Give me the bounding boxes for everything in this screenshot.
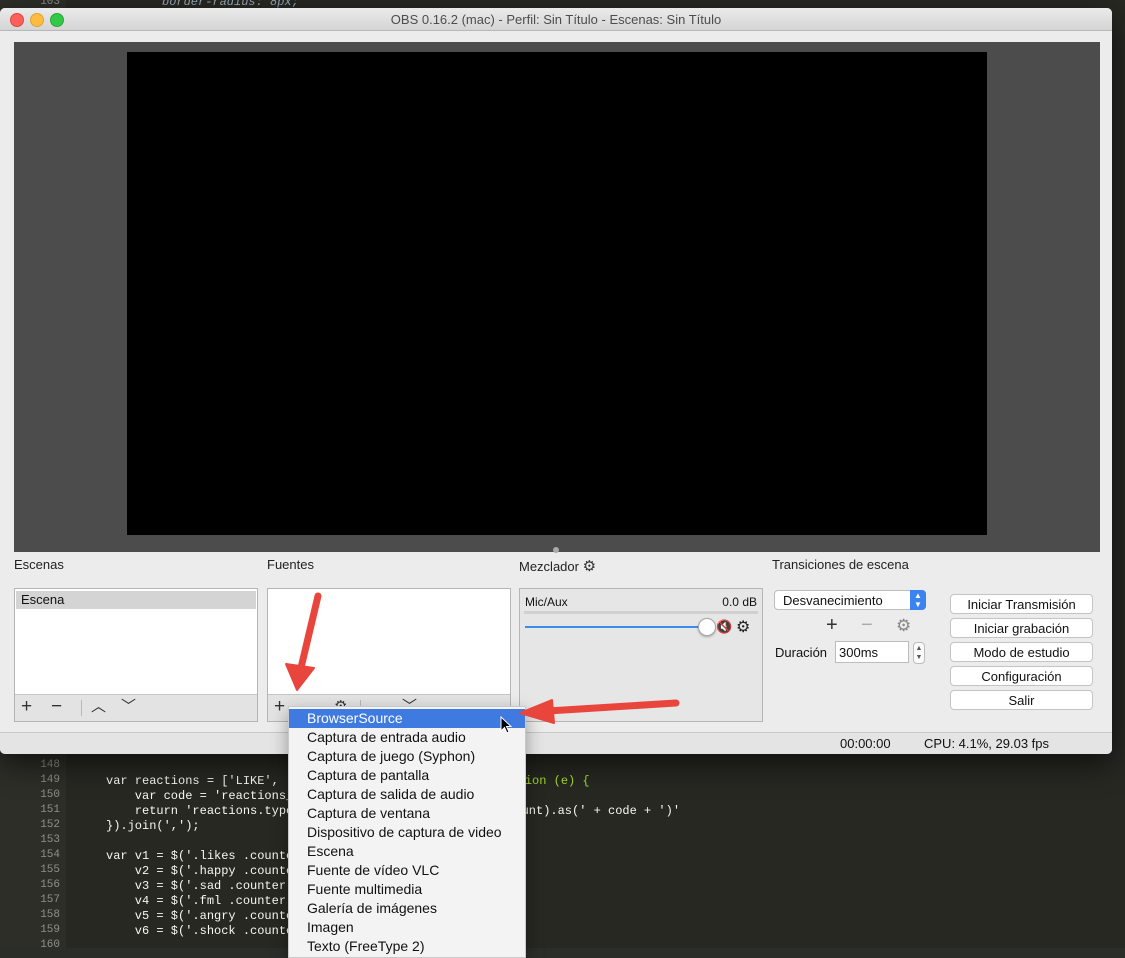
splitter-handle[interactable] (553, 547, 559, 553)
line-number: 103 (40, 0, 60, 8)
line-number: 151 (40, 804, 60, 816)
status-bar: 00:00:00 CPU: 4.1%, 29.03 fps (0, 732, 1112, 754)
duration-stepper[interactable]: ▲ ▼ (913, 642, 925, 664)
menu-item-media-source[interactable]: Fuente multimedia (289, 880, 525, 899)
move-scene-up-chevron-icon[interactable]: ︿ (91, 697, 106, 717)
mixer-channel-level: 0.0 dB (722, 595, 757, 609)
scenes-toolbar: + − ︿ ﹀ (15, 694, 257, 721)
line-number: 153 (40, 834, 60, 846)
code-line: return 'reactions.type (106, 804, 294, 818)
code-line: var reactions = ['LIKE', ' (106, 774, 294, 788)
transition-select-value: Desvanecimiento (783, 593, 883, 608)
menu-item-audio-input-capture[interactable]: Captura de entrada audio (289, 728, 525, 747)
line-number: 149 (40, 774, 60, 786)
title-bar: OBS 0.16.2 (mac) - Perfil: Sin Título - … (0, 8, 1112, 31)
add-source-plus-icon[interactable]: + (274, 697, 285, 717)
line-number: 155 (40, 864, 60, 876)
line-number: 150 (40, 789, 60, 801)
menu-item-vlc-video-source[interactable]: Fuente de vídeo VLC (289, 861, 525, 880)
duration-label: Duración (775, 645, 828, 660)
mixer-label-group: Mezclador ⚙ (519, 557, 596, 575)
volume-slider-track[interactable] (525, 626, 711, 628)
channel-settings-gear-icon[interactable]: ⚙ (736, 617, 750, 637)
mixer-panel: Mic/Aux 0.0 dB 🔇 ⚙ (519, 588, 763, 722)
scene-list-item[interactable]: Escena (16, 591, 256, 609)
sources-panel: + ⚙ ︿ ﹀ (267, 588, 511, 722)
sources-label: Fuentes (267, 557, 314, 572)
stream-time: 00:00:00 (840, 736, 891, 751)
scenes-panel: Escena + − ︿ ﹀ (14, 588, 258, 722)
speaker-mute-icon[interactable]: 🔇 (716, 619, 732, 635)
transitions-label: Transiciones de escena (772, 557, 909, 572)
add-source-menu: BrowserSource Captura de entrada audio C… (288, 706, 526, 958)
code-line: v2 = $('.happy .counte (106, 864, 294, 878)
start-streaming-button[interactable]: Iniciar Transmisión (950, 594, 1093, 614)
window-title: OBS 0.16.2 (mac) - Perfil: Sin Título - … (390, 12, 722, 27)
transition-settings-gear-icon[interactable]: ⚙ (896, 616, 911, 636)
mouse-pointer-icon (500, 716, 513, 734)
code-line: v4 = $('.fml .counter' (106, 894, 294, 908)
preview-canvas[interactable] (127, 52, 987, 535)
mixer-channel-name: Mic/Aux (525, 595, 568, 609)
scenes-label: Escenas (14, 557, 64, 572)
line-number: 159 (40, 924, 60, 936)
remove-transition-minus-icon[interactable]: − (861, 614, 873, 637)
remove-scene-minus-icon[interactable]: − (51, 697, 62, 717)
select-updown-arrows-icon: ▲ ▼ (910, 590, 926, 610)
menu-item-audio-output-capture[interactable]: Captura de salida de audio (289, 785, 525, 804)
menu-item-window-capture[interactable]: Captura de ventana (289, 804, 525, 823)
menu-item-game-capture-syphon[interactable]: Captura de juego (Syphon) (289, 747, 525, 766)
add-scene-plus-icon[interactable]: + (21, 697, 32, 717)
menu-item-image-slideshow[interactable]: Galería de imágenes (289, 899, 525, 918)
studio-mode-button[interactable]: Modo de estudio (950, 642, 1093, 662)
start-recording-button[interactable]: Iniciar grabación (950, 618, 1093, 638)
settings-button[interactable]: Configuración (950, 666, 1093, 686)
exit-button[interactable]: Salir (950, 690, 1093, 710)
line-number: 148 (40, 759, 60, 771)
line-number: 160 (40, 939, 60, 951)
menu-item-image[interactable]: Imagen (289, 918, 525, 937)
volume-slider-knob[interactable] (698, 618, 716, 636)
line-number: 158 (40, 909, 60, 921)
menu-item-display-capture[interactable]: Captura de pantalla (289, 766, 525, 785)
line-number: 154 (40, 849, 60, 861)
duration-input[interactable]: 300ms (835, 641, 909, 663)
mixer-settings-gear-icon[interactable]: ⚙ (583, 557, 596, 575)
mixer-label: Mezclador (519, 559, 579, 574)
code-line: v3 = $('.sad .counter' (106, 879, 294, 893)
line-number: 156 (40, 879, 60, 891)
cpu-fps-status: CPU: 4.1%, 29.03 fps (924, 736, 1050, 751)
preview-area (14, 42, 1100, 552)
line-number: 157 (40, 894, 60, 906)
code-line: }).join(','); (106, 819, 200, 833)
menu-item-video-capture-device[interactable]: Dispositivo de captura de video (289, 823, 525, 842)
code-line: v6 = $('.shock .counte (106, 924, 294, 938)
line-number: 152 (40, 819, 60, 831)
code-line: var v1 = $('.likes .counte (106, 849, 294, 863)
menu-item-browsersource[interactable]: BrowserSource (289, 709, 525, 728)
move-scene-down-chevron-icon[interactable]: ﹀ (121, 697, 136, 717)
menu-item-text-freetype2[interactable]: Texto (FreeType 2) (289, 937, 525, 956)
menu-item-scene[interactable]: Escena (289, 842, 525, 861)
code-line: v5 = $('.angry .counte (106, 909, 294, 923)
toolbar-divider (81, 700, 82, 716)
obs-window: OBS 0.16.2 (mac) - Perfil: Sin Título - … (0, 8, 1112, 754)
audio-level-meter (524, 611, 758, 614)
code-line-fragment: _count).as(' + code + ')' (500, 804, 681, 818)
add-transition-plus-icon[interactable]: + (826, 614, 838, 637)
transition-select[interactable]: Desvanecimiento ▲ ▼ (774, 590, 926, 610)
code-line: var code = 'reactions_ (106, 789, 294, 803)
